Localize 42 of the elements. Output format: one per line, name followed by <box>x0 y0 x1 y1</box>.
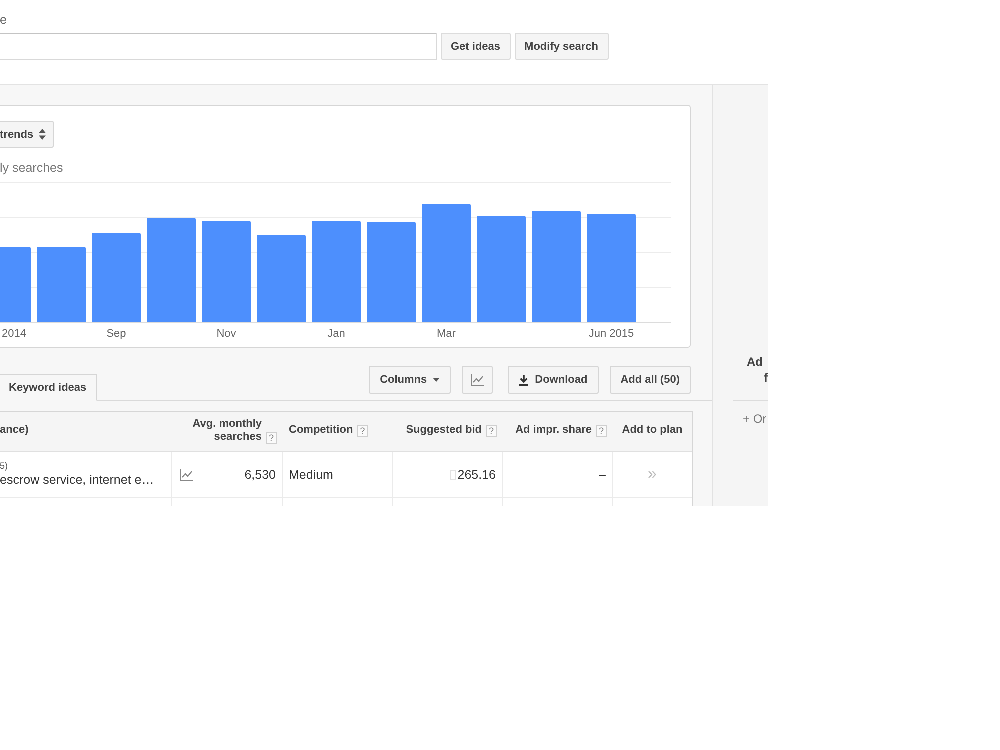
suggested-bid: 265.16 <box>458 468 496 482</box>
chart-title: ly searches <box>0 161 64 176</box>
column-header: ance) <box>0 424 29 437</box>
column-header: Ad impr. share <box>516 424 592 437</box>
group-label: 5) <box>0 461 8 472</box>
column-header: Add to plan <box>622 424 683 437</box>
axis-label: Nov <box>216 328 236 340</box>
competition-level: Medium <box>289 468 334 482</box>
add-all-button[interactable]: Add all (50) <box>610 366 691 394</box>
columns-dropdown[interactable]: Columns <box>369 366 452 394</box>
download-icon <box>519 374 530 386</box>
column-header: Avg. monthly searches <box>192 418 262 444</box>
updown-arrows-icon <box>38 129 46 140</box>
keyword-text: escrow service, internet e… <box>0 472 154 488</box>
axis-label: Jun 2015 <box>588 328 634 340</box>
axis-label: Mar <box>437 328 456 340</box>
column-header: Competition <box>289 424 354 437</box>
help-button[interactable]: ? <box>266 432 277 444</box>
chart-button[interactable] <box>462 366 494 394</box>
get-ideas-button[interactable]: Get ideas <box>441 33 511 60</box>
tab[interactable]: Keyword ideas <box>0 374 97 401</box>
metric-dropdown[interactable]: trends <box>0 121 54 148</box>
panel-heading: f <box>764 370 768 386</box>
line-chart-icon <box>471 374 484 386</box>
axis-label: 2014 <box>2 328 26 340</box>
panel-heading: Ad <box>747 354 763 370</box>
search-volume: 6,530 <box>244 468 276 482</box>
column-header: Suggested bid <box>406 424 482 437</box>
square-icon <box>450 470 456 480</box>
help-button[interactable]: ? <box>486 425 497 437</box>
download-button[interactable]: Download <box>508 366 599 394</box>
axis-label: Sep <box>106 328 126 340</box>
help-button[interactable]: ? <box>357 425 368 437</box>
help-button[interactable]: ? <box>596 425 607 437</box>
impression-share: – <box>599 468 606 482</box>
caret-icon <box>433 378 440 382</box>
search-field[interactable] <box>0 33 437 60</box>
field-label: e <box>0 13 7 28</box>
panel-link[interactable]: + Or <box>743 411 767 427</box>
modify-search-button[interactable]: Modify search <box>514 33 608 60</box>
line-chart-icon <box>180 468 193 480</box>
axis-label: Jan <box>328 328 346 340</box>
